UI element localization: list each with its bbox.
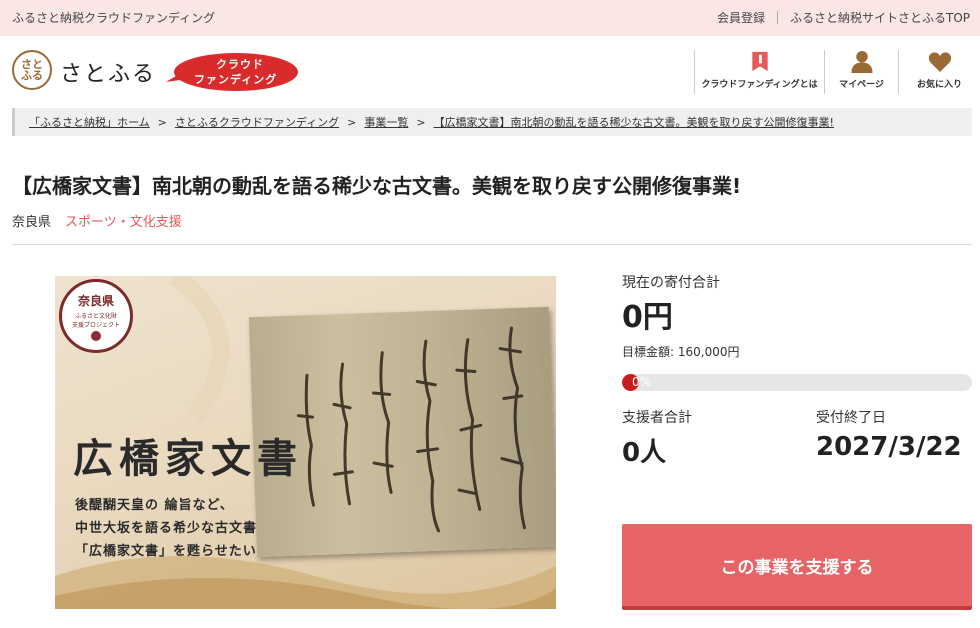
- hero-subtitle-2: 中世大坂を語る希少な古文書: [75, 521, 258, 536]
- category-link[interactable]: スポーツ・文化支援: [65, 211, 182, 230]
- supporters-value: 0人: [622, 438, 667, 468]
- nav-label: お気に入り: [916, 80, 962, 90]
- nav-label: クラウドファンディングとは: [701, 80, 818, 90]
- top-links: 会員登録 ふるさと納税サイトさとふるTOP: [717, 9, 970, 26]
- seal-prefecture: 奈良県: [77, 293, 114, 308]
- supporters-label: 支援者合計: [622, 410, 692, 426]
- divider: [12, 244, 972, 245]
- site-top-link[interactable]: ふるさと納税サイトさとふるTOP: [790, 9, 970, 26]
- logo-mark[interactable]: さと ふる: [12, 50, 52, 90]
- seal-line2: 支援プロジェクト: [71, 321, 120, 329]
- header-nav: クラウドファンディングとは マイページ お気に入り: [694, 50, 980, 94]
- nav-mypage[interactable]: マイページ: [824, 50, 898, 94]
- progress-percent: 0%: [632, 375, 652, 389]
- heart-icon: [928, 52, 951, 72]
- person-icon: [850, 50, 873, 73]
- nav-label: マイページ: [839, 80, 884, 90]
- prefecture-tag: 奈良県: [12, 215, 52, 230]
- project-hero-image: 奈良県 ふるさと文化財 支援プロジェクト 広橋家文書 後醍醐天皇の 綸旨など、 …: [55, 276, 556, 609]
- crowdfunding-badge[interactable]: クラウド ファンディング: [166, 52, 298, 92]
- breadcrumb: 「ふるさと納税」ホーム > さとふるクラウドファンディング > 事業一覧 > 【…: [12, 108, 972, 136]
- deadline-value: 2027/3/22: [816, 432, 962, 462]
- hero-subtitle-3: 「広橋家文書」を甦らせたい: [75, 544, 257, 559]
- total-donation-label: 現在の寄付合計: [622, 275, 720, 291]
- breadcrumb-separator: >: [347, 115, 357, 129]
- breadcrumb-crowdfunding[interactable]: さとふるクラウドファンディング: [175, 114, 339, 130]
- project-tags: 奈良県 スポーツ・文化支援: [12, 211, 182, 230]
- top-bar: ふるさと納税クラウドファンディング 会員登録 ふるさと納税サイトさとふるTOP: [0, 0, 980, 36]
- page-title: 【広橋家文書】南北朝の動乱を語る稀少な古文書。美観を取り戻す公開修復事業!: [12, 174, 742, 198]
- deadline-label: 受付終了日: [816, 410, 886, 426]
- nav-about-crowdfunding[interactable]: クラウドファンディングとは: [694, 50, 824, 94]
- member-register-link[interactable]: 会員登録: [717, 9, 765, 26]
- breadcrumb-current[interactable]: 【広橋家文書】南北朝の動乱を語る稀少な古文書。美観を取り戻す公開修復事業!: [434, 114, 834, 130]
- total-donation-value: 0円: [622, 300, 673, 335]
- seal-line1: ふるさと文化財: [74, 312, 117, 320]
- divider: [776, 11, 778, 24]
- nav-favorites[interactable]: お気に入り: [898, 50, 980, 94]
- bookmark-icon: [751, 51, 768, 72]
- badge-line2: ファンディング: [194, 73, 278, 86]
- hero-subtitle-1: 後醍醐天皇の 綸旨など、: [75, 498, 234, 513]
- support-project-button[interactable]: この事業を支援する: [622, 524, 972, 610]
- site-header: さと ふる さとふる クラウド ファンディング クラウドファンディングとは マイ…: [0, 36, 980, 106]
- goal-amount: 目標金額: 160,000円: [622, 345, 740, 359]
- prefecture-seal: 奈良県 ふるさと文化財 支援プロジェクト: [59, 279, 133, 353]
- breadcrumb-separator: >: [416, 115, 426, 129]
- site-tagline: ふるさと納税クラウドファンディング: [12, 11, 216, 25]
- breadcrumb-project-list[interactable]: 事業一覧: [364, 114, 408, 130]
- logo-text[interactable]: さとふる: [60, 56, 156, 88]
- breadcrumb-separator: >: [157, 115, 167, 129]
- breadcrumb-home[interactable]: 「ふるさと納税」ホーム: [29, 114, 150, 130]
- flower-icon: [91, 330, 101, 341]
- badge-line1: クラウド: [216, 58, 264, 71]
- hero-title: 広橋家文書: [73, 435, 303, 482]
- logo-mark-text: さと ふる: [21, 58, 43, 82]
- funding-progress-bar: 0%: [622, 374, 972, 391]
